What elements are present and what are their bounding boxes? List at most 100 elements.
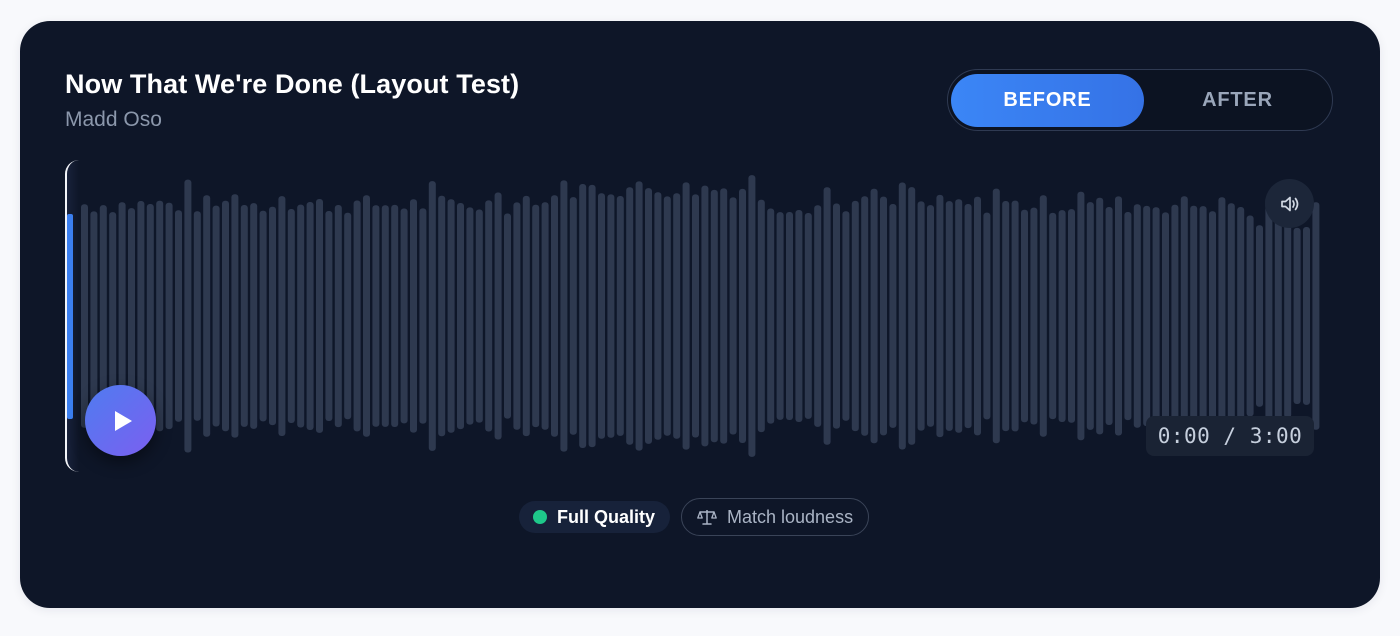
waveform-bar [729,197,737,435]
waveform-bar [823,187,831,445]
after-button[interactable]: AFTER [1141,74,1334,127]
waveform-bar [1030,207,1038,425]
waveform-bar [936,194,944,438]
waveform-bar [1274,206,1282,426]
waveform-bar [1021,209,1028,423]
waveform-bar [626,187,634,445]
match-loudness-button[interactable]: Match loudness [681,498,870,536]
waveform-bar [645,188,652,444]
waveform-bar [269,206,276,426]
waveform-bar [1265,196,1273,436]
waveform-bar [992,188,1000,444]
waveform-bar [635,181,643,451]
play-button[interactable] [85,385,156,456]
waveform-bar [466,207,474,425]
waveform-bar [1227,203,1235,429]
waveform-bar [410,199,417,433]
waveform-bar [250,203,258,429]
waveform-bar [739,188,746,443]
waveform-bar [1086,202,1094,430]
waveform-bar [1162,212,1169,420]
waveform-bar [1011,200,1019,432]
waveform-bar [842,211,850,421]
waveform-bar [1209,211,1216,421]
waveform-bar [1058,210,1066,422]
waveform-bar [1152,207,1160,425]
waveform-bar [786,212,793,420]
waveform[interactable] [65,156,1335,476]
waveform-bar [889,204,897,428]
waveform-bar [325,211,333,421]
waveform-bar [231,194,239,438]
waveform-bar [1180,196,1188,436]
waveform-bar [372,205,380,427]
waveform-bar [607,194,615,438]
waveform-bar [870,188,878,444]
waveform-bar [588,184,596,448]
waveform-bar [1293,227,1301,404]
track-title: Now That We're Done (Layout Test) [65,69,520,99]
waveform-bar [767,208,775,424]
waveform-bar [381,205,389,427]
waveform-bar [983,212,991,420]
waveform-bar [1190,205,1198,427]
before-button[interactable]: BEFORE [951,74,1144,127]
waveform-bar [598,193,605,439]
waveform-bar [1143,205,1151,427]
waveform-bar [682,182,690,450]
waveform-bar [776,212,784,420]
waveform-bar [240,205,248,427]
waveform-bar [193,211,201,421]
waveform-bar [513,202,521,430]
waveform-bar [1002,201,1010,432]
waveform-bar [522,195,530,437]
waveform-bar [917,201,925,431]
waveform-bar [1039,195,1047,437]
waveform-bar [541,202,549,430]
volume-button[interactable] [1265,179,1314,228]
waveform-bar [203,195,211,437]
waveform-bar [485,200,493,432]
waveform-bar [861,196,869,436]
waveform-bar [222,200,229,432]
waveform-bar [945,201,953,431]
waveform-bar [898,182,906,450]
waveform-bar [579,184,587,448]
waveform-bar [795,210,803,422]
waveform-bar [447,199,455,433]
waveform-bar [701,185,709,447]
waveform-bars [81,175,1320,457]
waveform-bar [212,205,220,427]
quality-label: Full Quality [557,506,656,527]
waveform-bar [1303,227,1310,405]
waveform-bar [663,196,671,436]
waveform-bar [720,188,728,444]
waveform-bar [400,208,408,424]
waveform-bar [1171,204,1179,428]
waveform-bar [165,202,173,430]
waveform-bar [748,175,756,457]
waveform-bar [419,208,427,424]
waveform-bar [475,209,483,423]
volume-icon [1280,196,1298,211]
waveform-bar [297,204,305,428]
waveform-bar [560,180,568,452]
waveform-bar [851,200,859,432]
waveform-bar [710,189,718,443]
playhead[interactable] [67,214,73,419]
waveform-bar [90,211,98,421]
waveform-bar [334,205,342,428]
waveform-bar [175,210,182,422]
quality-badge: Full Quality [519,501,671,533]
waveform-bar [551,195,558,437]
waveform-bar [1218,197,1226,435]
waveform-bar [1133,204,1141,428]
waveform-bar [1096,197,1104,435]
waveform-bar [438,195,446,437]
waveform-bar [494,192,502,440]
waveform-bar [1237,207,1245,425]
waveform-bar [1077,191,1085,441]
waveform-bar [363,195,370,437]
waveform-bar [1256,225,1263,407]
waveform-bar [880,196,887,436]
